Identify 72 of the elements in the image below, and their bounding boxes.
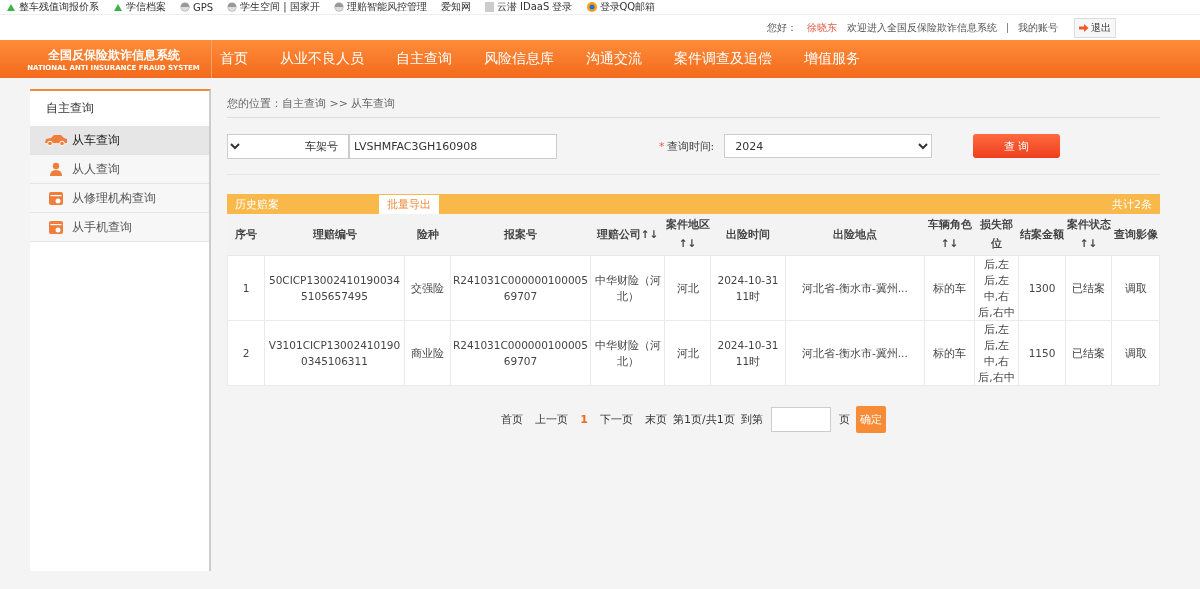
bookmark-link[interactable]: 云潜 IDaaS 登录	[496, 0, 573, 14]
leaf-icon	[6, 2, 16, 12]
table-cell: 1300	[1018, 255, 1066, 320]
table-cell: V3101CICP130024101900345106311	[264, 320, 405, 385]
user-name: 徐晓东	[807, 20, 837, 35]
sidebar-title: 自主查询	[46, 100, 94, 117]
table-cell: R241031C00000010000569707	[450, 255, 591, 320]
next-page-link[interactable]: 下一页	[599, 411, 633, 427]
car-icon	[44, 134, 68, 146]
table-cell: 标的车	[924, 320, 975, 385]
table-cell: 2024-10-31 11时	[710, 320, 786, 385]
globe-icon	[180, 2, 190, 12]
table-cell: 2	[227, 320, 265, 385]
bookmark-link[interactable]: 学生空间 | 国家开	[240, 0, 320, 14]
table-cell: 后,左后,左中,右后,右中	[974, 255, 1019, 320]
table-cell: 中华财险（河北）	[590, 320, 665, 385]
bookmark-link[interactable]: GPS	[193, 1, 214, 13]
year-select[interactable]: 2024	[724, 134, 933, 158]
welcome-text: 欢迎进入全国反保险欺诈信息系统	[847, 20, 997, 35]
first-page-link[interactable]: 首页	[501, 411, 524, 427]
account-link[interactable]: 我的账号	[1018, 20, 1058, 35]
globe-icon	[227, 2, 238, 12]
total-count: 共计2条	[1112, 196, 1152, 212]
logo-title: 全国反保险欺诈信息系统	[47, 46, 180, 64]
calendar-icon	[49, 220, 63, 234]
bookmark-link[interactable]: 登录QQ邮箱	[599, 0, 656, 14]
breadcrumb: 您的位置：自主查询 >> 从车查询	[227, 89, 1160, 118]
table-cell: 商业险	[404, 320, 451, 385]
table-cell: 河北	[664, 255, 711, 320]
table-cell: R241031C00000010000569707	[450, 320, 591, 385]
field-type-select[interactable]: 车架号	[227, 133, 349, 159]
bookmark-link[interactable]: 爱知网	[440, 0, 471, 14]
table-cell: 河北省-衡水市-冀州...	[785, 255, 925, 320]
sidebar-item[interactable]: 从手机查询	[30, 213, 209, 242]
bookmark-link[interactable]: 理赔智能风控管理	[346, 0, 427, 14]
globe-icon	[333, 2, 344, 12]
table-cell: 交强险	[404, 255, 451, 320]
goto-label: 到第	[740, 411, 763, 427]
table-cell: 1	[227, 255, 265, 320]
table-cell: 河北省-衡水市-冀州...	[785, 320, 925, 385]
exit-arrow-icon	[1079, 22, 1089, 33]
page-info: 第1页/共1页	[672, 411, 735, 427]
page-icon	[484, 2, 494, 12]
person-icon	[49, 162, 63, 176]
table-cell: 后,左后,左中,右后,右中	[974, 320, 1019, 385]
table-cell[interactable]: 调取	[1111, 255, 1160, 320]
mail-icon	[586, 2, 597, 12]
sidebar-item[interactable]: 从车查询	[30, 126, 209, 155]
sidebar-item[interactable]: 从修理机构查询	[30, 184, 209, 213]
leaf-icon	[113, 2, 123, 12]
calendar-icon	[49, 191, 63, 205]
vin-input-field[interactable]: LVSHMFAC3GH160908	[349, 133, 557, 159]
query-time-label: * 查询时间:	[659, 138, 715, 154]
greeting-label: 您好：	[767, 20, 797, 35]
bookmark-link[interactable]: 学信档案	[126, 0, 166, 14]
table-cell: 2024-10-31 11时	[710, 255, 786, 320]
table-cell: 已结案	[1065, 255, 1112, 320]
table-cell: 已结案	[1065, 320, 1112, 385]
page-unit-label: 页	[838, 411, 850, 427]
table-cell: 中华财险（河北）	[590, 255, 665, 320]
results-title: 历史赔案	[235, 196, 280, 212]
table-cell: 标的车	[924, 255, 975, 320]
logout-button[interactable]: 退出	[1074, 17, 1116, 38]
table-cell: 50CICP130024101900345105657495	[264, 255, 405, 320]
table-cell: 1150	[1018, 320, 1066, 385]
last-page-link[interactable]: 末页	[644, 411, 667, 427]
table-cell[interactable]: 调取	[1111, 320, 1160, 385]
page-input-field[interactable]	[770, 406, 831, 432]
table-cell: 河北	[664, 320, 711, 385]
sidebar-item[interactable]: 从人查询	[30, 155, 209, 184]
bookmark-link[interactable]: 整车残值询报价系	[19, 0, 99, 14]
prev-page-link[interactable]: 上一页	[535, 411, 569, 427]
